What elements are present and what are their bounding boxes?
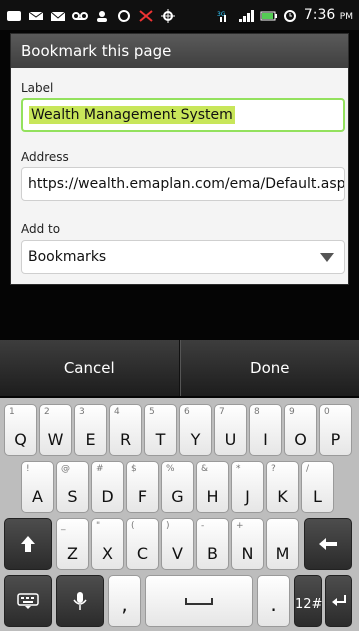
gps-icon: [160, 8, 176, 23]
key-n[interactable]: + N: [231, 518, 264, 570]
key-m[interactable]: M: [266, 518, 299, 570]
key-r[interactable]: 4R: [109, 404, 142, 456]
address-field-label: Address: [21, 150, 69, 164]
address-input[interactable]: https://wealth.emaplan.com/ema/Default.a…: [21, 167, 345, 201]
label-input-value: Wealth Management System: [29, 106, 235, 124]
key-t[interactable]: 5T: [144, 404, 177, 456]
space-key[interactable]: [145, 575, 253, 627]
soft-keyboard: 1Q 2W 3E 4R 5T 6Y 7U 8I 9O 0P ! A @ S # D $…: [0, 398, 359, 631]
key-q[interactable]: 1Q: [4, 404, 37, 456]
key-f[interactable]: $ F: [126, 461, 159, 513]
dropdown-caret-icon: [320, 252, 334, 262]
comma-key[interactable]: ,: [108, 575, 141, 627]
keyboard-row-4: , . 12#: [4, 575, 355, 631]
contacts-icon: [94, 8, 110, 22]
key-p[interactable]: 0P: [319, 404, 352, 456]
keyboard-icon: [5, 576, 51, 626]
key-b[interactable]: -B: [196, 518, 229, 570]
space-bar-icon: [146, 576, 252, 626]
key-z[interactable]: _ Z: [56, 518, 89, 570]
enter-key[interactable]: [325, 575, 352, 627]
keyboard-row-3: _ Z " X (C ) V -B + N M: [4, 518, 355, 575]
add-to-dropdown[interactable]: Bookmarks: [21, 240, 345, 274]
label-input[interactable]: Wealth Management System: [21, 98, 345, 132]
dialog-title: Bookmark this page: [11, 34, 348, 68]
key-g[interactable]: % G: [161, 461, 194, 513]
cancel-button[interactable]: Cancel: [0, 340, 180, 396]
label-field-label: Label: [21, 81, 54, 95]
backspace-key[interactable]: [304, 518, 352, 570]
add-to-selected: Bookmarks: [28, 249, 107, 265]
key-s[interactable]: @ S: [56, 461, 89, 513]
voicemail-icon: [72, 8, 88, 22]
key-l[interactable]: / L: [301, 461, 334, 513]
keyboard-row-2: ! A @ S # D $ F % G & H * J ? K / L: [4, 461, 355, 518]
signal-icon: [238, 8, 254, 22]
network-3g-icon: 3G: [216, 8, 232, 22]
key-k[interactable]: ? K: [266, 461, 299, 513]
shift-arrow-icon: [5, 519, 51, 569]
bookmark-dialog: Bookmark this page Label Wealth Manageme…: [10, 33, 349, 285]
dialog-buttons: Cancel Done: [0, 340, 359, 396]
key-v[interactable]: ) V: [161, 518, 194, 570]
message-icon: [28, 8, 44, 22]
key-x[interactable]: " X: [91, 518, 124, 570]
email-icon: [50, 8, 66, 22]
sync-icon: [116, 8, 132, 22]
key-e[interactable]: 3E: [74, 404, 107, 456]
period-key[interactable]: .: [257, 575, 290, 627]
key-i[interactable]: 8I: [249, 404, 282, 456]
keyboard-settings-key[interactable]: [4, 575, 52, 627]
key-u[interactable]: 7U: [214, 404, 247, 456]
keyboard-row-1: 1Q 2W 3E 4R 5T 6Y 7U 8I 9O 0P: [4, 404, 355, 461]
screen: 3G 7:36 PM Bookmark this page Label Weal…: [0, 0, 359, 631]
status-time: 7:36 PM: [303, 7, 353, 23]
key-h[interactable]: & H: [196, 461, 229, 513]
add-to-label: Add to: [21, 222, 61, 236]
status-icons: [6, 8, 176, 23]
backspace-arrow-icon: [305, 519, 351, 569]
microphone-icon: [57, 576, 103, 626]
shift-key[interactable]: [4, 518, 52, 570]
notification-icon: [6, 8, 22, 22]
key-w[interactable]: 2W: [39, 404, 72, 456]
key-o[interactable]: 9O: [284, 404, 317, 456]
status-right: 3G 7:36 PM: [216, 7, 353, 23]
key-a[interactable]: ! A: [21, 461, 54, 513]
numbers-key[interactable]: 12#: [294, 575, 322, 627]
address-input-value: https://wealth.emaplan.com/ema/Default.a…: [28, 176, 345, 192]
alarm-icon: [282, 8, 298, 22]
key-j[interactable]: * J: [231, 461, 264, 513]
key-d[interactable]: # D: [91, 461, 124, 513]
voice-input-key[interactable]: [56, 575, 104, 627]
done-button[interactable]: Done: [179, 340, 359, 396]
battery-icon: [260, 8, 277, 22]
key-y[interactable]: 6Y: [179, 404, 212, 456]
enter-arrow-icon: [326, 576, 351, 626]
missed-call-icon: [138, 8, 154, 22]
status-bar: 3G 7:36 PM: [0, 0, 359, 30]
key-c[interactable]: (C: [126, 518, 159, 570]
